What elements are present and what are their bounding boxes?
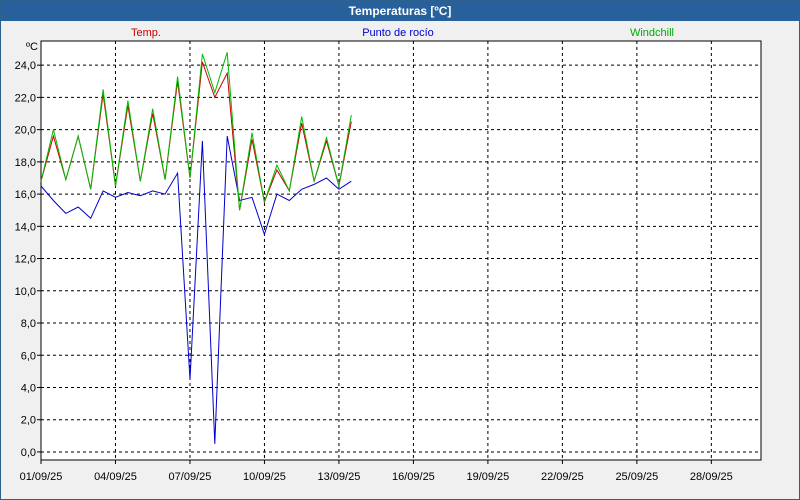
x-tick-label: 16/09/25 (392, 471, 435, 483)
y-tick-label: 0,0 (21, 447, 36, 459)
x-axis: 01/09/25 04/09/25 07/09/25 10/09/25 13/09/25… (20, 460, 733, 483)
y-tick-label: 12,0 (15, 254, 36, 266)
legend: Temp. Punto de rocío Windchill (131, 27, 674, 39)
y-tick-label: 20,0 (15, 125, 36, 137)
y-unit-label: ºC (26, 41, 38, 53)
y-tick-label: 8,0 (21, 318, 36, 330)
y-tick-label: 14,0 (15, 221, 36, 233)
x-tick-label: 01/09/25 (20, 471, 63, 483)
x-tick-label: 07/09/25 (169, 471, 212, 483)
x-tick-label: 13/09/25 (318, 471, 361, 483)
x-tick-label: 04/09/25 (94, 471, 137, 483)
x-tick-label: 28/09/25 (690, 471, 733, 483)
y-tick-label: 24,0 (15, 60, 36, 72)
y-tick-label: 16,0 (15, 189, 36, 201)
y-tick-label: 22,0 (15, 92, 36, 104)
legend-temp: Temp. (131, 27, 161, 39)
plot-area (40, 40, 762, 461)
legend-windchill: Windchill (630, 27, 674, 39)
y-tick-label: 6,0 (21, 350, 36, 362)
x-tick-label: 22/09/25 (541, 471, 584, 483)
y-tick-label: 4,0 (21, 382, 36, 394)
legend-dewpoint: Punto de rocío (362, 27, 434, 39)
chart-svg: 0,0 2,0 4,0 6,0 8,0 10,0 12,0 14,0 16,0 18,0 20,0 2… (15, 27, 762, 483)
y-axis: 0,0 2,0 4,0 6,0 8,0 10,0 12,0 14,0 16,0 18,0 20,0 2… (15, 60, 41, 459)
x-tick-label: 10/09/25 (243, 471, 286, 483)
y-tick-label: 10,0 (15, 286, 36, 298)
x-tick-label: 19/09/25 (466, 471, 509, 483)
x-tick-label: 25/09/25 (615, 471, 658, 483)
y-tick-label: 2,0 (21, 415, 36, 427)
y-tick-label: 18,0 (15, 157, 36, 169)
